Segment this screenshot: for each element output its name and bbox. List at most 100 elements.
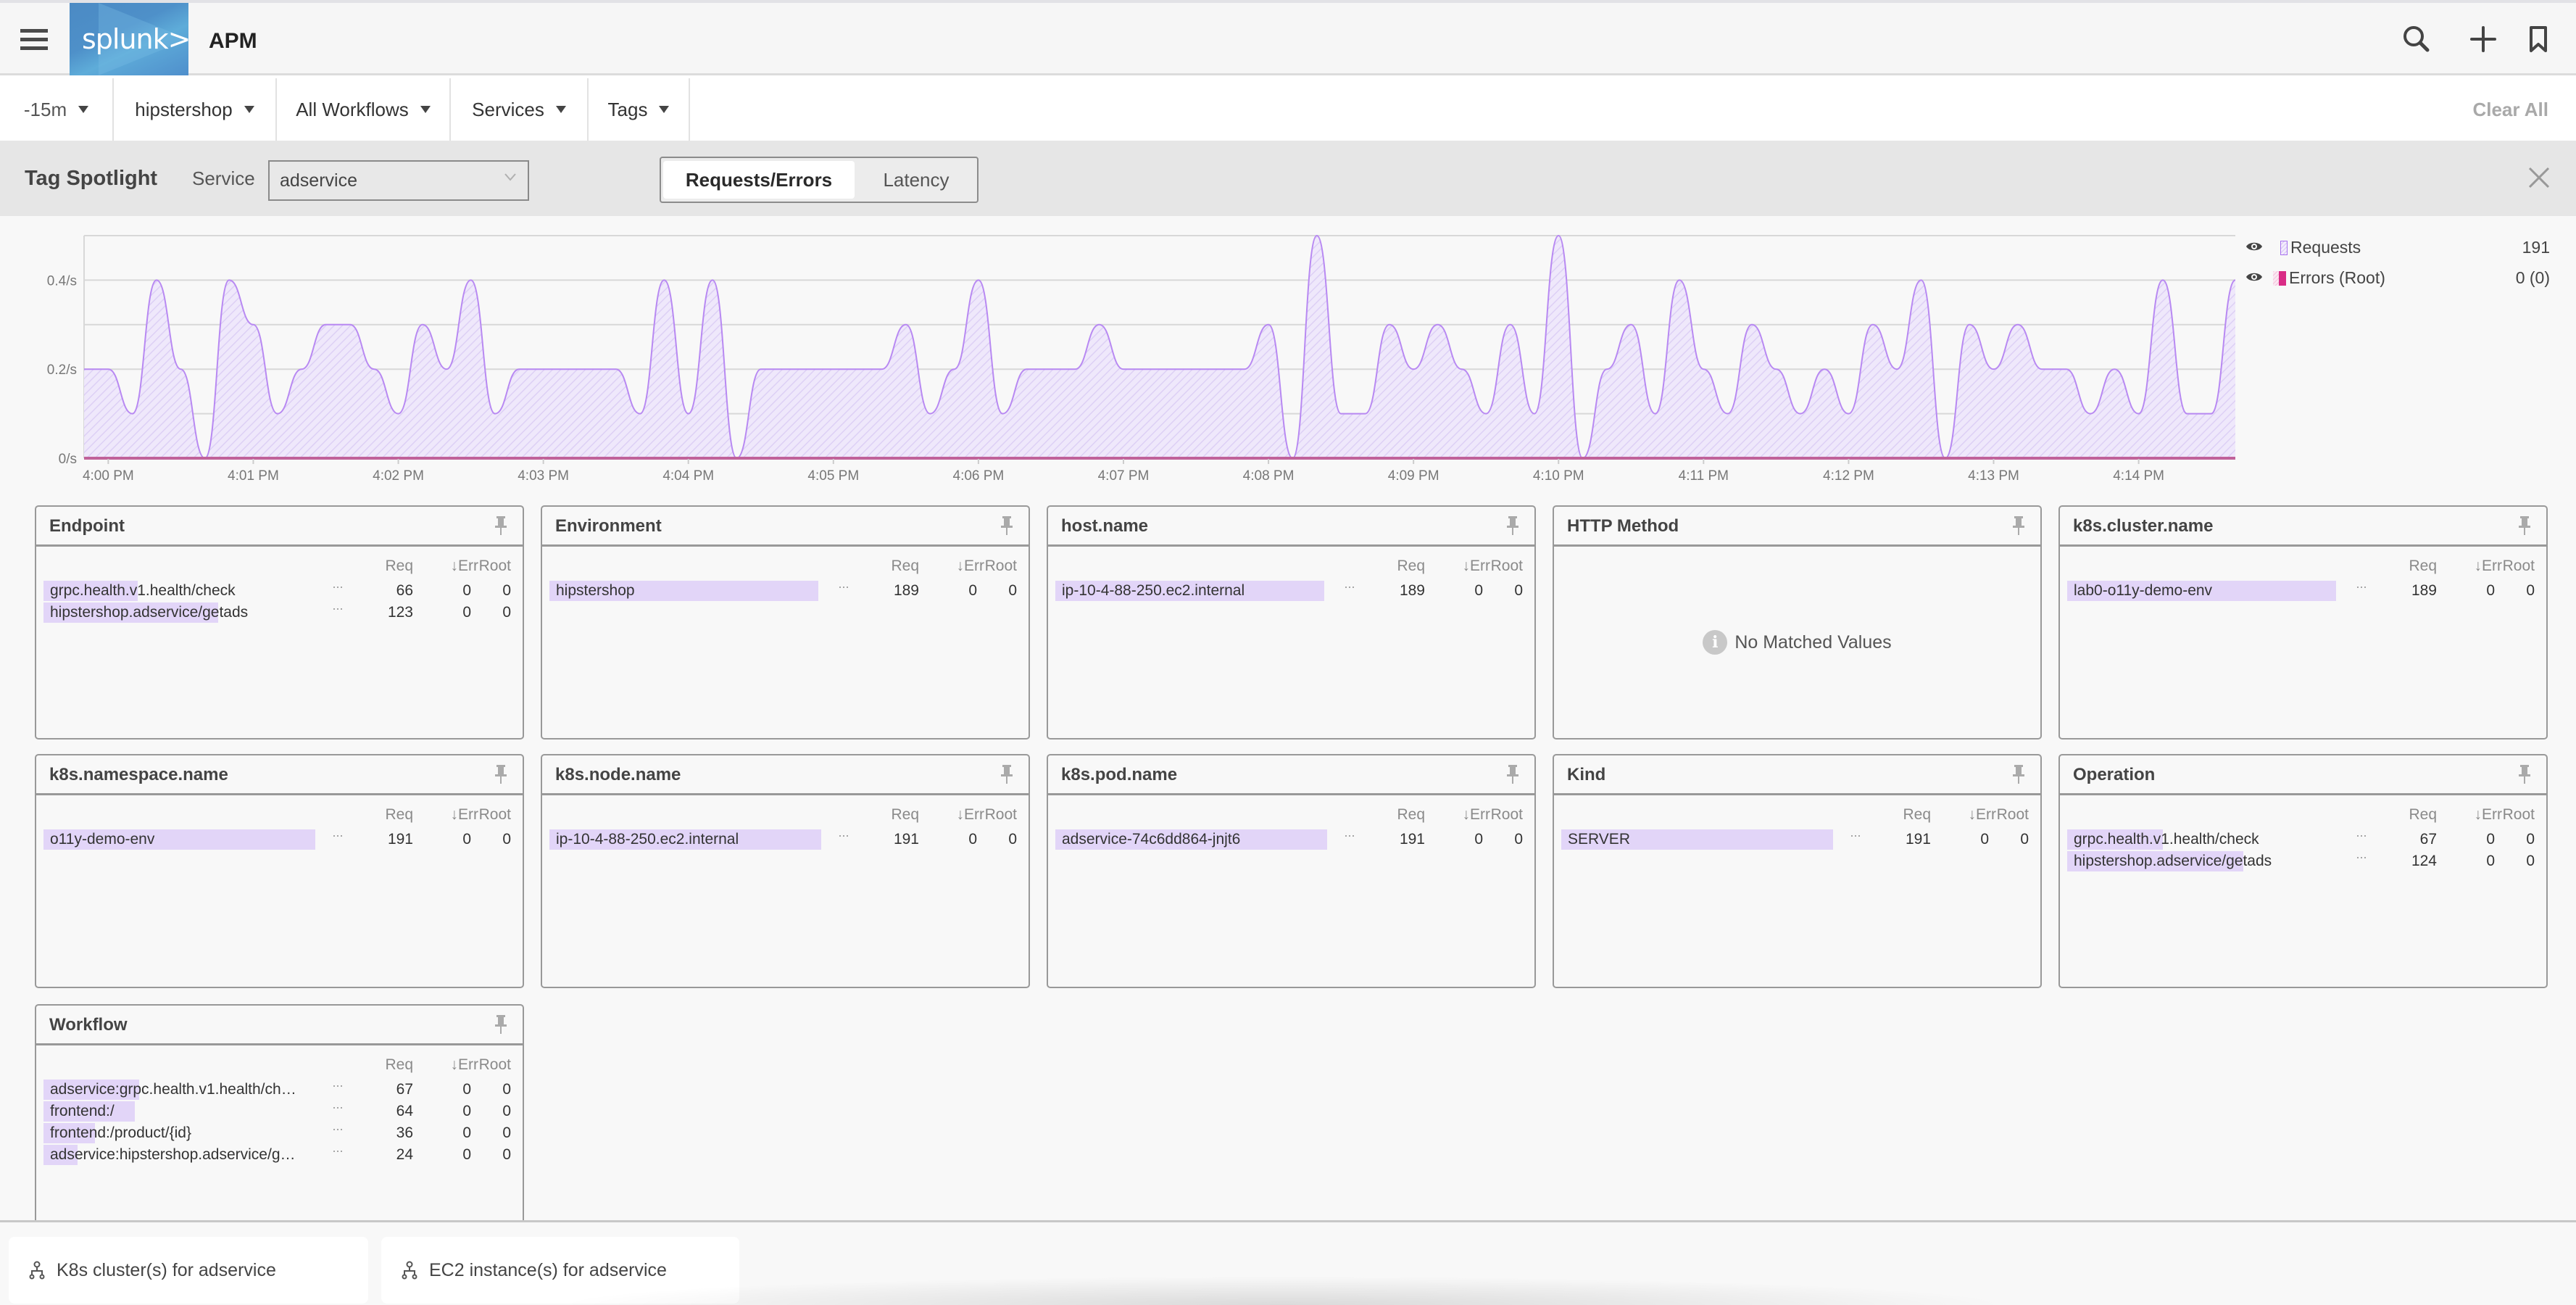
col-header-err[interactable]: ↓Err: [1432, 806, 1491, 824]
col-header-req[interactable]: Req: [883, 806, 919, 824]
tag-value-row[interactable]: frontend:/ ··· 64 0 0: [43, 1100, 515, 1122]
tag-value-row[interactable]: hipstershop.adservice/getads ··· 123 0 0: [43, 601, 515, 623]
tag-value-row[interactable]: ip-10-4-88-250.ec2.internal ··· 191 0 0: [549, 828, 1021, 850]
col-header-req[interactable]: Req: [1389, 558, 1425, 575]
more-options-icon[interactable]: ···: [332, 1122, 344, 1137]
pin-icon[interactable]: [495, 764, 507, 784]
pin-icon[interactable]: [2519, 515, 2530, 536]
tag-value-row[interactable]: frontend:/product/{id} ··· 36 0 0: [43, 1122, 515, 1143]
more-options-icon[interactable]: ···: [2356, 828, 2367, 843]
tag-value-label[interactable]: lab0-o11y-demo-env: [2074, 582, 2343, 600]
col-header-err[interactable]: ↓Err: [420, 806, 479, 824]
tag-value-label[interactable]: grpc.health.v1.health/check: [50, 582, 320, 600]
more-options-icon[interactable]: ···: [2356, 850, 2367, 865]
tag-value-row[interactable]: hipstershop ··· 189 0 0: [549, 579, 1021, 601]
tag-value-row[interactable]: adservice-74c6dd864-jnjt6 ··· 191 0 0: [1055, 828, 1526, 850]
tag-value-row[interactable]: SERVER ··· 191 0 0: [1561, 828, 2032, 850]
tag-value-row[interactable]: ip-10-4-88-250.ec2.internal ··· 189 0 0: [1055, 579, 1526, 601]
plus-icon[interactable]: [2467, 23, 2499, 55]
tab-requests-errors[interactable]: Requests/Errors: [663, 161, 855, 199]
more-options-icon[interactable]: ···: [1850, 828, 1861, 843]
tag-value-row[interactable]: o11y-demo-env ··· 191 0 0: [43, 828, 515, 850]
k8s-cluster-link[interactable]: K8s cluster(s) for adservice: [9, 1237, 368, 1304]
pin-icon[interactable]: [495, 515, 507, 536]
card-header: k8s.node.name: [542, 755, 1029, 795]
services-filter[interactable]: Services: [451, 78, 589, 141]
col-header-err[interactable]: ↓Err: [926, 558, 985, 575]
tag-value-label[interactable]: grpc.health.v1.health/check: [2074, 831, 2343, 848]
tags-filter[interactable]: Tags: [589, 78, 690, 141]
tag-value-label[interactable]: frontend:/product/{id}: [50, 1124, 320, 1142]
pin-icon[interactable]: [2013, 515, 2024, 536]
col-header-req[interactable]: Req: [377, 806, 413, 824]
pin-icon[interactable]: [1001, 515, 1013, 536]
workflows-filter[interactable]: All Workflows: [277, 78, 451, 141]
col-header-req[interactable]: Req: [1895, 806, 1931, 824]
tab-latency[interactable]: Latency: [855, 161, 978, 199]
col-header-err[interactable]: ↓Err: [2444, 806, 2503, 824]
tag-value-label[interactable]: o11y-demo-env: [50, 831, 320, 848]
col-header-req[interactable]: Req: [377, 1056, 413, 1074]
more-options-icon[interactable]: ···: [838, 828, 849, 843]
pin-icon[interactable]: [1507, 515, 1518, 536]
col-header-root: Root: [2502, 806, 2535, 823]
tag-value-row[interactable]: hipstershop.adservice/getads ··· 124 0 0: [2067, 850, 2538, 871]
tag-value-row[interactable]: adservice:hipstershop.adservice/g… ··· 24 0…: [43, 1143, 515, 1165]
col-header-err[interactable]: ↓Err: [1432, 558, 1491, 575]
tag-value-label[interactable]: ip-10-4-88-250.ec2.internal: [1062, 582, 1331, 600]
col-header-err[interactable]: ↓Err: [420, 558, 479, 575]
pin-icon[interactable]: [2519, 764, 2530, 784]
tag-value-label[interactable]: ip-10-4-88-250.ec2.internal: [556, 831, 826, 848]
more-options-icon[interactable]: ···: [1344, 828, 1355, 843]
eye-icon[interactable]: [2245, 271, 2263, 283]
time-range-filter[interactable]: -15m: [0, 78, 114, 141]
more-options-icon[interactable]: ···: [332, 1143, 344, 1159]
eye-icon[interactable]: [2245, 241, 2263, 252]
splunk-logo[interactable]: splunk>: [70, 3, 188, 75]
pin-icon[interactable]: [495, 1014, 507, 1035]
legend-item-errors[interactable]: Errors (Root): [2273, 268, 2385, 288]
tag-value-label[interactable]: hipstershop.adservice/getads: [2074, 853, 2343, 870]
menu-icon[interactable]: [20, 29, 48, 51]
tag-value-label[interactable]: SERVER: [1568, 831, 1837, 848]
more-options-icon[interactable]: ···: [332, 1078, 344, 1093]
tag-value-row[interactable]: lab0-o11y-demo-env ··· 189 0 0: [2067, 579, 2538, 601]
col-header-root: Root: [1490, 806, 1523, 823]
bookmark-icon[interactable]: [2522, 23, 2554, 55]
tag-value-label[interactable]: frontend:/: [50, 1103, 320, 1120]
tag-value-row[interactable]: grpc.health.v1.health/check ··· 67 0 0: [2067, 828, 2538, 850]
col-header-req[interactable]: Req: [1389, 806, 1425, 824]
tag-value-label[interactable]: adservice:grpc.health.v1.health/ch…: [50, 1081, 320, 1098]
col-header-err[interactable]: ↓Err: [2444, 558, 2503, 575]
col-header-req[interactable]: Req: [2401, 558, 2437, 575]
tag-value-row[interactable]: adservice:grpc.health.v1.health/ch… ··· 67…: [43, 1078, 515, 1100]
more-options-icon[interactable]: ···: [1344, 579, 1355, 594]
service-select[interactable]: adservice: [268, 160, 529, 201]
more-options-icon[interactable]: ···: [2356, 579, 2367, 594]
col-header-err[interactable]: ↓Err: [420, 1056, 479, 1074]
pin-icon[interactable]: [1001, 764, 1013, 784]
col-header-err[interactable]: ↓Err: [1938, 806, 1997, 824]
col-header-req[interactable]: Req: [377, 558, 413, 575]
filter-label: hipstershop: [135, 98, 233, 120]
pin-icon[interactable]: [1507, 764, 1518, 784]
close-icon[interactable]: [2527, 165, 2551, 190]
clear-all-button[interactable]: Clear All: [2472, 99, 2548, 121]
tag-value-label[interactable]: adservice:hipstershop.adservice/g…: [50, 1146, 320, 1164]
search-icon[interactable]: [2401, 23, 2432, 55]
legend-item-requests[interactable]: Requests: [2280, 238, 2361, 257]
more-options-icon[interactable]: ···: [332, 579, 344, 594]
more-options-icon[interactable]: ···: [332, 828, 344, 843]
col-header-req[interactable]: Req: [883, 558, 919, 575]
tag-value-label[interactable]: adservice-74c6dd864-jnjt6: [1062, 831, 1331, 848]
tag-value-row[interactable]: grpc.health.v1.health/check ··· 66 0 0: [43, 579, 515, 601]
environment-filter[interactable]: hipstershop: [114, 78, 277, 141]
col-header-req[interactable]: Req: [2401, 806, 2437, 824]
col-header-err[interactable]: ↓Err: [926, 806, 985, 824]
more-options-icon[interactable]: ···: [332, 601, 344, 616]
more-options-icon[interactable]: ···: [838, 579, 849, 594]
tag-value-label[interactable]: hipstershop.adservice/getads: [50, 604, 320, 621]
more-options-icon[interactable]: ···: [332, 1100, 344, 1115]
tag-value-label[interactable]: hipstershop: [556, 582, 826, 600]
pin-icon[interactable]: [2013, 764, 2024, 784]
